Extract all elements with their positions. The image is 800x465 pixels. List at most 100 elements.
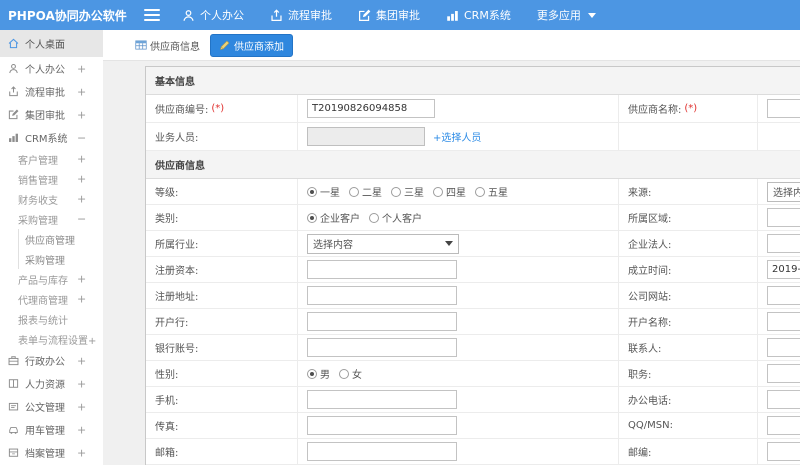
topnav-item[interactable]: 集团审批 (358, 7, 420, 23)
field-label-cell: 等级: (146, 179, 298, 204)
topnav-item[interactable]: 流程审批 (270, 7, 332, 23)
supplier-code-input[interactable] (307, 99, 435, 118)
bank-account-input[interactable] (307, 338, 457, 357)
sidebar-item[interactable]: CRM系统 − (0, 126, 103, 149)
chart-icon (446, 9, 459, 22)
radio-icon[interactable] (433, 186, 443, 197)
sidebar-item[interactable]: 用车管理 + (0, 418, 103, 441)
sidebar-item[interactable]: 个人办公 + (0, 57, 103, 80)
sidebar-item[interactable]: 档案管理 + (0, 441, 103, 464)
sidebar-item-label: 代理商管理 (18, 295, 68, 307)
radio-icon[interactable] (391, 186, 401, 197)
sidebar-item[interactable]: 销售管理 + (0, 169, 103, 189)
field-label-cell: QQ/MSN: (619, 413, 758, 438)
form-row: 邮箱: 邮编: (146, 439, 800, 465)
postcode-input[interactable] (767, 442, 800, 461)
field-cell (758, 205, 800, 230)
sidebar-item[interactable]: 采购管理 (0, 249, 103, 269)
office-phone-input[interactable] (767, 390, 800, 409)
radio-icon[interactable] (475, 186, 485, 197)
email-input[interactable] (307, 442, 457, 461)
sidebar-item[interactable]: 表单与流程设置+ (0, 329, 103, 349)
field-label-cell: 手机: (146, 387, 298, 412)
grade-radio-option[interactable]: 三星 (391, 184, 424, 199)
sidebar-item-label: 个人桌面 (25, 40, 65, 51)
sidebar-item-label: 客户管理 (18, 155, 58, 167)
radio-selected-icon[interactable] (307, 186, 317, 197)
qq-msn-input[interactable] (767, 416, 800, 435)
bank-input[interactable] (307, 312, 457, 331)
topnav-item-label: 集团审批 (376, 9, 420, 22)
grade-radio-option[interactable]: 四星 (433, 184, 466, 199)
source-select[interactable]: 选择内容 (767, 181, 800, 202)
sidebar-item-label: 表单与流程设置+ (18, 335, 97, 347)
account-name-input[interactable] (767, 312, 800, 331)
sidebar-item[interactable]: 行政办公 + (0, 349, 103, 372)
form-row: 手机: 办公电话: (146, 387, 800, 413)
business-staff-input[interactable] (307, 127, 425, 146)
field-label: 企业法人: (628, 240, 672, 251)
fax-input[interactable] (307, 416, 457, 435)
topnav-item[interactable]: CRM系统 (446, 7, 511, 23)
field-label-cell: 来源: (619, 179, 758, 204)
topbar: PHPOA协同办公软件 个人办公 流程审批 集团审批 CRM系统 更多应用 (0, 0, 800, 30)
radio-icon[interactable] (349, 186, 359, 197)
radio-label: 女 (352, 370, 362, 381)
menu-toggle-icon[interactable] (144, 9, 160, 21)
sidebar-item[interactable]: 产品与库存 + (0, 269, 103, 289)
field-cell (758, 309, 800, 334)
choose-staff-link[interactable]: +选择人员 (433, 129, 481, 144)
collapse-icon: − (77, 131, 87, 144)
grade-radio-option[interactable]: 二星 (349, 184, 382, 199)
registered-capital-input[interactable] (307, 260, 457, 279)
sidebar-item[interactable]: 报表与统计 (0, 309, 103, 329)
expand-icon: + (77, 108, 87, 121)
expand-icon: + (77, 354, 87, 367)
category-radio-option[interactable]: 个人客户 (369, 210, 422, 225)
grade-radio-option[interactable]: 五星 (475, 184, 508, 199)
radio-selected-icon[interactable] (307, 212, 317, 223)
sidebar-item[interactable]: 供应商管理 (0, 229, 103, 249)
company-website-input[interactable] (767, 286, 800, 305)
registered-address-input[interactable] (307, 286, 457, 305)
category-radio-option[interactable]: 企业客户 (307, 210, 360, 225)
radio-icon[interactable] (339, 368, 349, 379)
car-icon (8, 424, 19, 435)
region-input[interactable] (767, 208, 800, 227)
sidebar-item[interactable]: 流程审批 + (0, 80, 103, 103)
founding-date-input[interactable] (767, 260, 800, 279)
sidebar-item-label: 人力资源 (25, 380, 65, 391)
field-cell (758, 95, 800, 122)
radio-selected-icon[interactable] (307, 368, 317, 379)
grade-radio-option[interactable]: 一星 (307, 184, 340, 199)
position-input[interactable] (767, 364, 800, 383)
sidebar-item[interactable]: 个人桌面 (0, 30, 103, 57)
field-label-cell: 注册资本: (146, 257, 298, 282)
sidebar-item[interactable]: 财务收支 + (0, 189, 103, 209)
field-label-cell: 所属行业: (146, 231, 298, 256)
sidebar-item-label: 行政办公 (25, 357, 65, 368)
radio-icon[interactable] (369, 212, 379, 223)
supplier-name-input[interactable] (767, 99, 800, 118)
tab-supplier-add[interactable]: 供应商添加 (210, 33, 293, 57)
legal-person-input[interactable] (767, 234, 800, 253)
sidebar-item[interactable]: 公文管理 + (0, 395, 103, 418)
contact-person-input[interactable] (767, 338, 800, 357)
radio-label: 四星 (446, 188, 466, 199)
field-label-cell: 所属区域: (619, 205, 758, 230)
topnav-item[interactable]: 个人办公 (182, 7, 244, 23)
sidebar-item[interactable]: 采购管理 − (0, 209, 103, 229)
gender-radio-option[interactable]: 女 (339, 366, 362, 381)
radio-label: 二星 (362, 188, 382, 199)
field-label: 等级: (155, 188, 179, 199)
category-radio: 企业客户 个人客户 (307, 210, 431, 225)
topnav-item[interactable]: 更多应用 (537, 7, 596, 23)
sidebar-item[interactable]: 人力资源 + (0, 372, 103, 395)
sidebar-item[interactable]: 集团审批 + (0, 103, 103, 126)
gender-radio-option[interactable]: 男 (307, 366, 330, 381)
industry-select[interactable]: 选择内容 (307, 233, 459, 254)
tab-supplier-info[interactable]: 供应商信息 (135, 38, 200, 53)
sidebar-item[interactable]: 代理商管理 + (0, 289, 103, 309)
mobile-input[interactable] (307, 390, 457, 409)
sidebar-item[interactable]: 客户管理 + (0, 149, 103, 169)
